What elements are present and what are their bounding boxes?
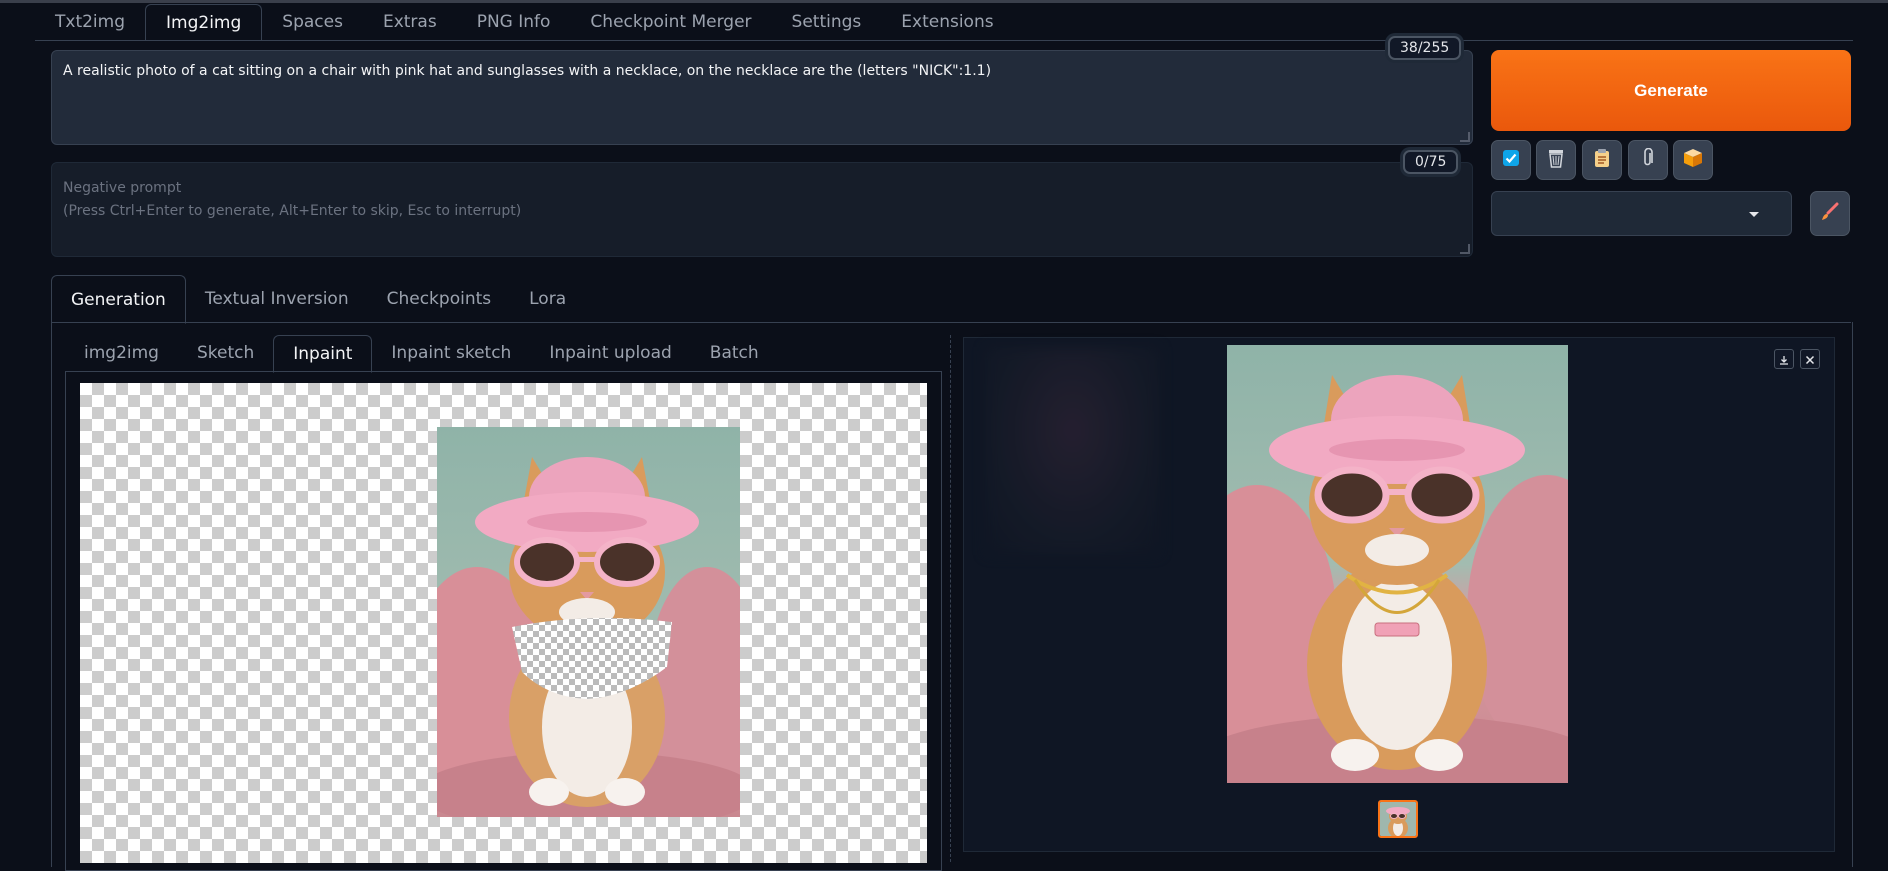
tab-checkpoint-merger[interactable]: Checkpoint Merger (570, 4, 771, 40)
edit-styles-button[interactable] (1810, 191, 1850, 236)
styles-dropdown[interactable] (1491, 191, 1792, 236)
generate-button[interactable]: Generate (1491, 50, 1851, 131)
download-button[interactable] (1774, 349, 1794, 369)
gallery-preview-ghost (985, 347, 1160, 555)
tab-img2img[interactable]: Img2img (145, 4, 263, 41)
resize-handle[interactable] (1460, 132, 1470, 142)
tab-inpaint-upload[interactable]: Inpaint upload (530, 335, 690, 372)
prompt-input[interactable]: A realistic photo of a cat sitting on a … (51, 50, 1473, 145)
tab-png-info[interactable]: PNG Info (457, 4, 571, 40)
tab-generation[interactable]: Generation (51, 275, 186, 324)
prompt-token-counter: 38/255 (1388, 36, 1462, 60)
tab-spaces[interactable]: Spaces (262, 4, 363, 40)
tab-extras[interactable]: Extras (363, 4, 457, 40)
clear-prompt-button[interactable] (1536, 140, 1576, 180)
paintbrush-icon (1820, 202, 1840, 226)
negative-prompt-placeholder-line2: (Press Ctrl+Enter to generate, Alt+Enter… (63, 203, 522, 219)
panel-divider (950, 335, 951, 862)
download-icon (1779, 350, 1789, 369)
paste-prompt-button[interactable] (1582, 140, 1622, 180)
tab-checkpoints[interactable]: Checkpoints (368, 275, 511, 323)
trash-icon (1547, 148, 1565, 172)
tab-textual-inversion[interactable]: Textual Inversion (186, 275, 368, 323)
paperclip-icon (1641, 147, 1655, 172)
img2img-mode-tabs: img2img Sketch Inpaint Inpaint sketch In… (65, 335, 778, 373)
close-button[interactable] (1800, 349, 1820, 369)
tab-img2img-mode[interactable]: img2img (65, 335, 178, 372)
checkbox-icon (1502, 149, 1520, 171)
resize-handle[interactable] (1460, 244, 1470, 254)
output-image[interactable] (1227, 345, 1568, 783)
tab-inpaint[interactable]: Inpaint (273, 335, 373, 373)
inpaint-canvas[interactable] (80, 383, 927, 863)
negative-prompt-placeholder-line1: Negative prompt (63, 180, 182, 196)
apply-styles-button[interactable] (1491, 140, 1531, 180)
negative-prompt-input[interactable]: Negative prompt (Press Ctrl+Enter to gen… (51, 162, 1473, 257)
top-border (0, 0, 1888, 3)
generation-tabs: Generation Textual Inversion Checkpoints… (51, 275, 585, 324)
chevron-down-icon (1749, 212, 1759, 217)
main-tabs: Txt2img Img2img Spaces Extras PNG Info C… (35, 4, 1014, 41)
tab-settings[interactable]: Settings (772, 4, 882, 40)
prompt-text: A realistic photo of a cat sitting on a … (63, 63, 992, 79)
output-thumbnail[interactable] (1378, 800, 1418, 838)
attach-button[interactable] (1628, 140, 1668, 180)
tab-inpaint-sketch[interactable]: Inpaint sketch (372, 335, 530, 372)
extra-networks-button[interactable] (1673, 140, 1713, 180)
clipboard-icon (1594, 148, 1610, 172)
inpaint-source-image (437, 427, 740, 817)
main-tabs-divider (35, 40, 1853, 41)
close-icon (1805, 350, 1815, 369)
tab-lora[interactable]: Lora (510, 275, 585, 323)
negative-prompt-token-counter: 0/75 (1403, 150, 1459, 174)
output-thumbnail-image (1380, 802, 1416, 836)
tab-extensions[interactable]: Extensions (881, 4, 1013, 40)
tab-sketch[interactable]: Sketch (178, 335, 273, 372)
tab-batch[interactable]: Batch (691, 335, 778, 372)
package-icon (1683, 148, 1703, 172)
tab-txt2img[interactable]: Txt2img (35, 4, 145, 40)
negative-prompt-placeholder: Negative prompt (Press Ctrl+Enter to gen… (63, 177, 521, 223)
